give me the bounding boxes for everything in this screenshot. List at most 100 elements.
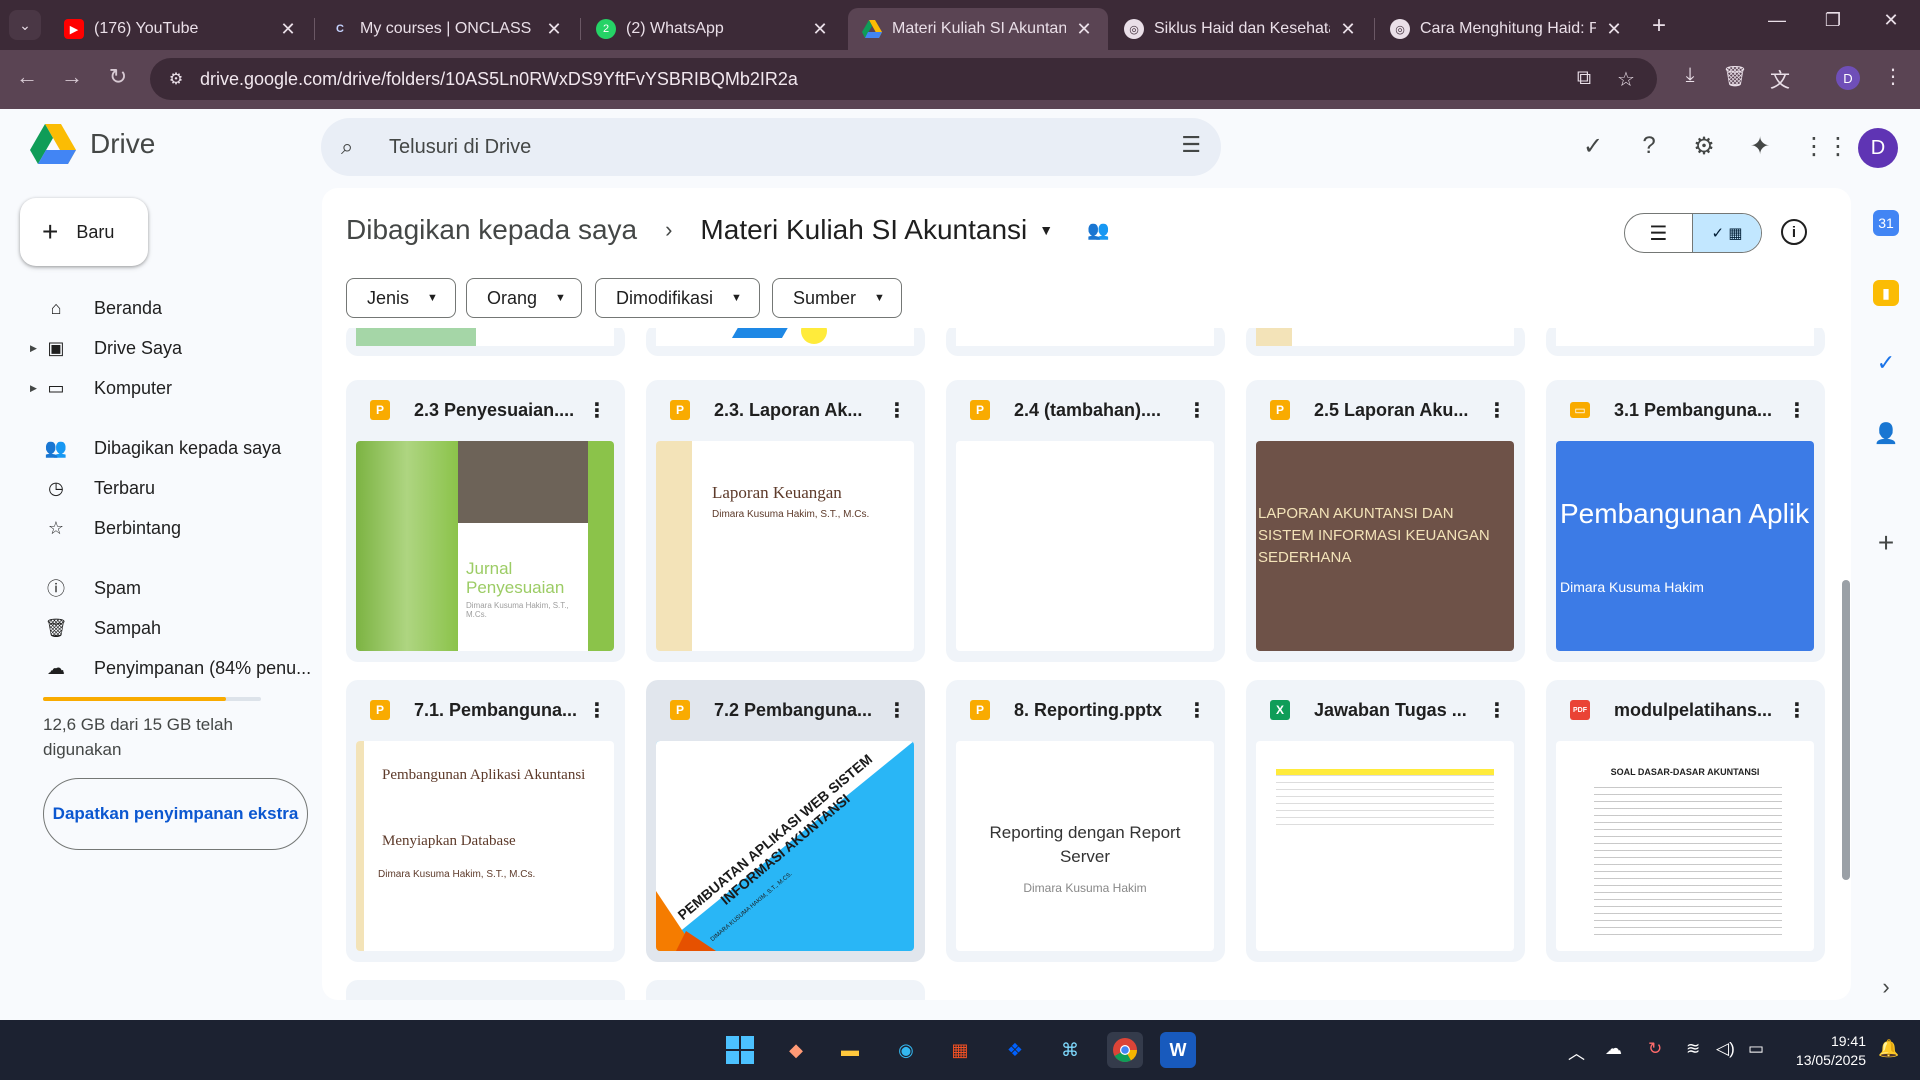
search-input[interactable]: Telusuri di Drive [389,136,531,159]
sync-icon[interactable]: ↻ [1648,1039,1662,1059]
file-card[interactable]: ▭ 3.1 Pembanguna... ⋮ Pembangunan Aplik … [1546,380,1825,662]
close-tab-icon[interactable]: ✕ [1338,19,1358,40]
file-card-partial[interactable] [646,328,925,356]
account-avatar[interactable]: D [1858,128,1898,168]
delete-icon[interactable]: 🗑 [1720,64,1750,89]
close-tab-icon[interactable]: ✕ [1074,19,1094,40]
gemini-sparkle-icon[interactable]: ✦ [1745,132,1775,162]
more-actions-icon[interactable]: ⋮ [887,398,907,423]
file-card[interactable]: PDF modulpelatihans... ⋮ SOAL DASAR-DASA… [1546,680,1825,962]
shared-folder-icon[interactable]: 👥 [1087,220,1109,241]
tasks-icon[interactable]: ✓ [1873,350,1899,376]
filter-chip-type[interactable]: Jenis ▼ [346,278,456,318]
file-card[interactable]: P 7.1. Pembanguna... ⋮ Pembangunan Aplik… [346,680,625,962]
file-card-partial[interactable] [346,980,625,1000]
get-more-storage-button[interactable]: Dapatkan penyimpanan ekstra [43,778,308,850]
file-card[interactable]: P 2.3. Laporan Ak... ⋮ Laporan Keuangan … [646,380,925,662]
address-bar[interactable]: ⚙ drive.google.com/drive/folders/10AS5Ln… [150,58,1657,100]
file-card[interactable]: P 2.4 (tambahan).... ⋮ [946,380,1225,662]
chrome-icon[interactable] [1107,1032,1143,1068]
filter-chip-people[interactable]: Orang ▼ [466,278,582,318]
nav-starred[interactable]: ☆ Berbintang [30,512,320,544]
close-tab-icon[interactable]: ✕ [1604,19,1624,40]
main-scrollbar[interactable] [1842,580,1850,880]
onedrive-icon[interactable]: ☁ [1605,1039,1622,1059]
help-icon[interactable]: ? [1634,132,1664,162]
more-actions-icon[interactable]: ⋮ [1187,398,1207,423]
tab-whatsapp[interactable]: 2 (2) WhatsApp ✕ [582,8,844,50]
expand-side-panel-icon[interactable]: › [1873,974,1899,1000]
nav-trash[interactable]: 🗑 Sampah [30,612,320,644]
expand-caret-icon[interactable]: ▶ [30,343,37,354]
nav-spam[interactable]: ⓘ Spam [30,572,320,604]
more-actions-icon[interactable]: ⋮ [1487,398,1507,423]
tab-search-button[interactable]: ⌄ [9,10,41,40]
grid-view-button[interactable]: ✓ ▦ [1692,214,1761,252]
reload-icon[interactable]: ↻ [103,64,133,90]
restore-icon[interactable]: ❐ [1813,10,1853,31]
nav-computers[interactable]: ▶ ▭ Komputer [30,372,320,404]
app-icon[interactable]: ⌘ [1052,1032,1088,1068]
word-icon[interactable]: W [1160,1032,1196,1068]
more-actions-icon[interactable]: ⋮ [1787,698,1807,723]
start-icon[interactable] [722,1032,758,1068]
back-icon[interactable]: ← [12,64,42,90]
more-actions-icon[interactable]: ⋮ [1187,698,1207,723]
nav-storage[interactable]: ☁ Penyimpanan (84% penu... [30,652,320,684]
close-tab-icon[interactable]: ✕ [810,19,830,40]
tab-siklus-haid[interactable]: ◎ Siklus Haid dan Kesehatan ✕ [1110,8,1372,50]
more-actions-icon[interactable]: ⋮ [587,698,607,723]
apps-grid-icon[interactable]: ⋮⋮ [1802,132,1850,162]
keep-icon[interactable]: ▮ [1873,280,1899,306]
list-view-button[interactable]: ☰ [1625,214,1692,252]
show-hidden-icons-icon[interactable]: ︿ [1568,1039,1585,1064]
more-actions-icon[interactable]: ⋮ [887,698,907,723]
tab-cara-menghitung[interactable]: ◎ Cara Menghitung Haid: Pa ✕ [1376,8,1638,50]
nav-shared-with-me[interactable]: 👥 Dibagikan kepada saya [30,432,320,464]
search-options-icon[interactable]: ☰ [1181,132,1201,158]
tab-onclass[interactable]: C My courses | ONCLASS ✕ [316,8,578,50]
site-info-icon[interactable]: ⚙ [164,69,188,89]
file-card[interactable]: X Jawaban Tugas ... ⋮ [1246,680,1525,962]
filter-chip-modified[interactable]: Dimodifikasi ▼ [595,278,760,318]
breadcrumb-parent[interactable]: Dibagikan kepada saya [346,214,637,246]
downloads-icon[interactable]: ⤓ [1675,64,1705,87]
more-actions-icon[interactable]: ⋮ [1487,698,1507,723]
window-close-icon[interactable]: ✕ [1871,10,1911,31]
details-info-icon[interactable]: i [1781,219,1807,245]
system-clock[interactable]: 19:41 13/05/2025 [1790,1032,1866,1070]
copilot-icon[interactable]: ◆ [778,1032,814,1068]
browser-profile-avatar[interactable]: D [1836,66,1860,90]
install-app-icon[interactable]: ⧉ [1570,67,1598,90]
drive-logo[interactable]: Drive [30,124,155,164]
drive-search-bar[interactable]: ⌕ Telusuri di Drive ☰ [321,118,1221,176]
tab-drive-active[interactable]: Materi Kuliah SI Akuntansi ✕ [848,8,1108,50]
search-icon[interactable]: ⌕ [341,134,371,160]
new-button[interactable]: + Baru [20,198,148,266]
bookmark-star-icon[interactable]: ☆ [1612,67,1640,92]
browser-menu-icon[interactable]: ⋮ [1878,64,1908,89]
contacts-icon[interactable]: 👤 [1873,420,1899,446]
offline-status-icon[interactable]: ✓ [1578,132,1608,162]
dropbox-icon[interactable]: ❖ [997,1032,1033,1068]
store-icon[interactable]: ▦ [942,1032,978,1068]
filter-chip-source[interactable]: Sumber ▼ [772,278,902,318]
edge-icon[interactable]: ◉ [888,1032,924,1068]
minimize-icon[interactable]: — [1757,10,1797,31]
nav-home[interactable]: ⌂ Beranda [30,292,320,324]
file-card-partial[interactable] [1246,328,1525,356]
file-card[interactable]: P 2.3 Penyesuaian.... ⋮ Jurnal Penyesuai… [346,380,625,662]
new-tab-icon[interactable]: + [1652,12,1666,40]
tab-youtube[interactable]: ▶ (176) YouTube ✕ [50,8,312,50]
notifications-bell-icon[interactable]: 🔔 [1878,1039,1899,1059]
file-card-partial[interactable] [346,328,625,356]
close-tab-icon[interactable]: ✕ [544,19,564,40]
file-card[interactable]: P 8. Reporting.pptx ⋮ Reporting dengan R… [946,680,1225,962]
file-card-selected[interactable]: P 7.2 Pembanguna... ⋮ PEMBUATAN APLIKASI… [646,680,925,962]
volume-icon[interactable]: ◁) [1716,1039,1735,1059]
file-card-partial[interactable] [946,328,1225,356]
more-actions-icon[interactable]: ⋮ [1787,398,1807,423]
expand-caret-icon[interactable]: ▶ [30,383,37,394]
url-text[interactable]: drive.google.com/drive/folders/10AS5Ln0R… [200,69,798,90]
file-card[interactable]: P 2.5 Laporan Aku... ⋮ LAPORAN AKUNTANSI… [1246,380,1525,662]
